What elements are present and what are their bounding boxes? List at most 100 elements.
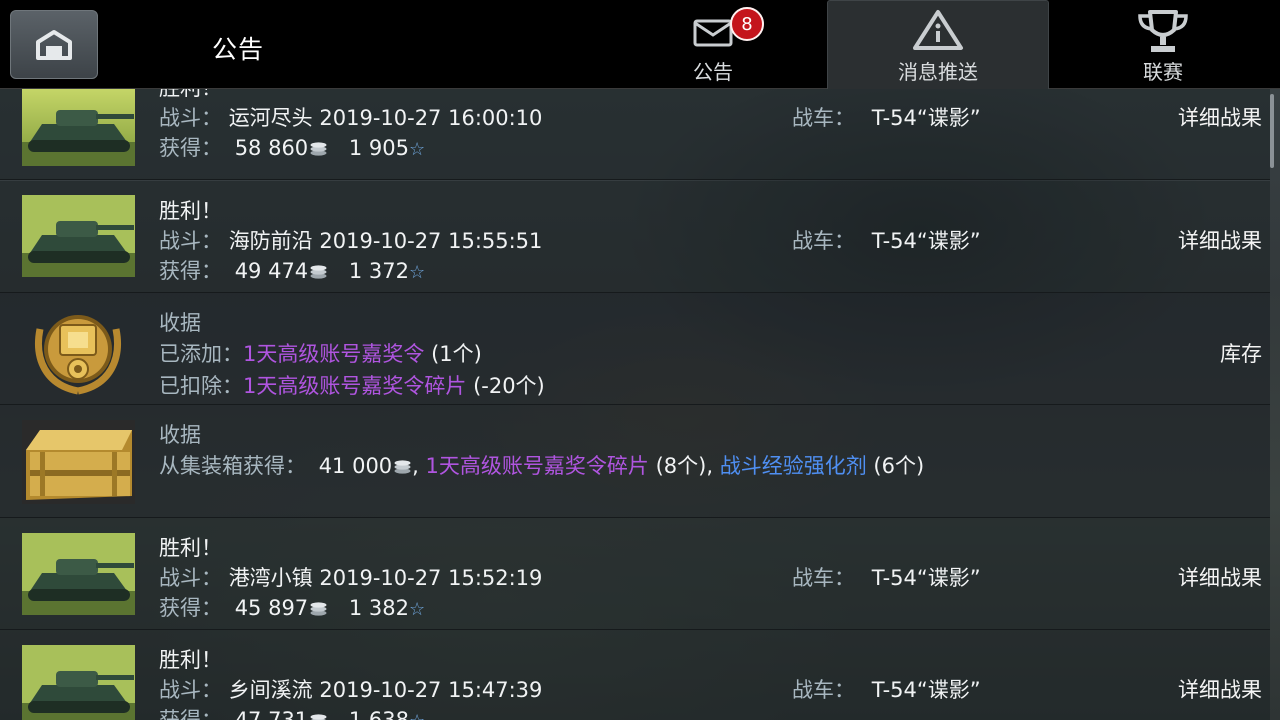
added-label: 已添加： — [159, 342, 243, 366]
battle-result: 胜利！ — [159, 89, 222, 102]
vehicle-line: 战车： T-54“谍影” — [792, 674, 981, 704]
tab-push-messages[interactable]: 消息推送 — [827, 0, 1049, 89]
battle-result: 胜利！ — [159, 199, 222, 223]
vehicle-label: 战车： — [792, 678, 855, 702]
earned-label: 获得： — [159, 708, 222, 720]
mail-icon — [693, 19, 733, 47]
list-item-battle[interactable]: 胜利！ 战斗： 港湾小镇 2019-10-27 15:52:19 获得： 45 … — [0, 518, 1270, 630]
added-item-link[interactable]: 1天高级账号嘉奖令 — [243, 342, 424, 366]
credits-value: 41 000 — [318, 454, 393, 478]
message-list: 胜利！ 战斗： 运河尽头 2019-10-27 16:00:10 获得： 58 … — [0, 89, 1280, 720]
xp-value: 1 372 — [348, 259, 409, 283]
list-item-container[interactable]: 收据 从集装箱获得： 41 000, 1天高级账号嘉奖令碎片 (8个), 战斗经… — [0, 405, 1270, 518]
added-qty: (1个) — [431, 342, 482, 366]
details-button[interactable]: 详细战果 — [1178, 225, 1262, 255]
vehicle-label: 战车： — [792, 229, 855, 253]
tab-league[interactable]: 联赛 — [1052, 0, 1274, 89]
battle-datetime: 2019-10-27 16:00:10 — [319, 106, 543, 130]
earned-line: 获得： 58 860 1 905☆ — [159, 132, 425, 162]
receipt-title: 收据 — [159, 423, 201, 447]
added-line: 已添加：1天高级账号嘉奖令 (1个) — [159, 338, 482, 368]
list-item-battle[interactable]: 胜利！ 战斗： 运河尽头 2019-10-27 16:00:10 获得： 58 … — [0, 89, 1270, 180]
alert-triangle-icon — [913, 10, 963, 50]
earned-label: 获得： — [159, 136, 222, 160]
silver-coin-icon — [310, 142, 327, 156]
list-item-battle[interactable]: 胜利！ 战斗： 海防前沿 2019-10-27 15:55:51 获得： 49 … — [0, 181, 1270, 293]
battle-label: 战斗： — [159, 106, 222, 130]
garage-button[interactable] — [10, 10, 98, 79]
xp-value: 1 382 — [348, 596, 409, 620]
deducted-label: 已扣除： — [159, 374, 243, 398]
scrollbar[interactable] — [1270, 94, 1274, 168]
vehicle-line: 战车： T-54“谍影” — [792, 562, 981, 592]
item2-link[interactable]: 战斗经验强化剂 — [720, 454, 867, 478]
item1-link[interactable]: 1天高级账号嘉奖令碎片 — [426, 454, 649, 478]
tab-notices[interactable]: 8 公告 — [602, 0, 824, 89]
battle-result: 胜利！ — [159, 648, 222, 672]
vehicle-label: 战车： — [792, 106, 855, 130]
tab-label: 联赛 — [1143, 60, 1183, 84]
gold-container-icon — [22, 420, 135, 504]
vehicle-name: T-54“谍影” — [871, 566, 981, 590]
premium-medal-icon — [35, 315, 121, 395]
list-item-battle[interactable]: 胜利！ 战斗： 乡间溪流 2019-10-27 15:47:39 获得： 47 … — [0, 630, 1270, 720]
deducted-line: 已扣除：1天高级账号嘉奖令碎片 (-20个) — [159, 370, 545, 400]
tank-thumbnail-icon — [22, 89, 135, 166]
deducted-item-link[interactable]: 1天高级账号嘉奖令碎片 — [243, 374, 466, 398]
battle-result: 胜利！ — [159, 536, 222, 560]
tab-label: 公告 — [693, 60, 733, 84]
tank-thumbnail-icon — [22, 533, 135, 615]
item1-qty: (8个) — [655, 454, 707, 478]
battle-info-line: 战斗： 乡间溪流 2019-10-27 15:47:39 — [159, 674, 542, 704]
trophy-icon — [1138, 10, 1188, 52]
battle-datetime: 2019-10-27 15:55:51 — [319, 229, 543, 253]
vehicle-name: T-54“谍影” — [871, 229, 981, 253]
earned-line: 获得： 49 474 1 372☆ — [159, 255, 425, 285]
deducted-qty: (-20个) — [473, 374, 545, 398]
unread-badge: 8 — [730, 7, 764, 41]
xp-star-icon: ☆ — [408, 139, 426, 160]
battle-label: 战斗： — [159, 229, 222, 253]
battle-datetime: 2019-10-27 15:47:39 — [319, 678, 543, 702]
xp-star-icon: ☆ — [409, 711, 425, 720]
details-button[interactable]: 详细战果 — [1178, 674, 1262, 704]
silver-coin-icon — [310, 265, 327, 279]
credits-value: 49 474 — [234, 259, 309, 283]
container-rewards-line: 从集装箱获得： 41 000, 1天高级账号嘉奖令碎片 (8个), 战斗经验强化… — [159, 450, 924, 480]
item2-qty: (6个) — [873, 454, 925, 478]
credits-value: 45 897 — [234, 596, 309, 620]
silver-coin-icon — [310, 602, 327, 616]
earned-label: 获得： — [159, 596, 222, 620]
credits-value: 47 731 — [234, 708, 309, 720]
earned-line: 获得： 47 731 1 638☆ — [159, 704, 425, 720]
details-button[interactable]: 详细战果 — [1178, 102, 1262, 132]
vehicle-name: T-54“谍影” — [871, 106, 981, 130]
battle-info-line: 战斗： 港湾小镇 2019-10-27 15:52:19 — [159, 562, 542, 592]
battle-datetime: 2019-10-27 15:52:19 — [319, 566, 543, 590]
vehicle-name: T-54“谍影” — [871, 678, 981, 702]
xp-star-icon: ☆ — [408, 262, 426, 283]
credits-value: 58 860 — [234, 136, 309, 160]
silver-coin-icon — [394, 460, 411, 474]
battle-label: 战斗： — [159, 678, 222, 702]
receipt-title: 收据 — [159, 311, 201, 335]
top-bar: 公告 8 公告 消息推送 联赛 — [0, 0, 1280, 89]
map-name: 港湾小镇 — [228, 566, 313, 590]
tank-thumbnail-icon — [22, 195, 135, 277]
battle-info-line: 战斗： 运河尽头 2019-10-27 16:00:10 — [159, 102, 542, 132]
tank-thumbnail-icon — [22, 645, 135, 720]
vehicle-label: 战车： — [792, 566, 855, 590]
xp-star-icon: ☆ — [408, 599, 426, 620]
garage-icon — [36, 29, 72, 60]
list-item-receipt[interactable]: 收据 已添加：1天高级账号嘉奖令 (1个) 已扣除：1天高级账号嘉奖令碎片 (-… — [0, 293, 1270, 405]
page-title: 公告 — [212, 35, 265, 64]
map-name: 乡间溪流 — [228, 678, 313, 702]
silver-coin-icon — [310, 714, 327, 720]
inventory-button[interactable]: 库存 — [1220, 338, 1262, 368]
battle-label: 战斗： — [159, 566, 222, 590]
separator: , — [706, 454, 714, 478]
separator: , — [412, 454, 419, 478]
earned-label: 获得： — [159, 259, 222, 283]
vehicle-line: 战车： T-54“谍影” — [792, 102, 981, 132]
details-button[interactable]: 详细战果 — [1178, 562, 1262, 592]
